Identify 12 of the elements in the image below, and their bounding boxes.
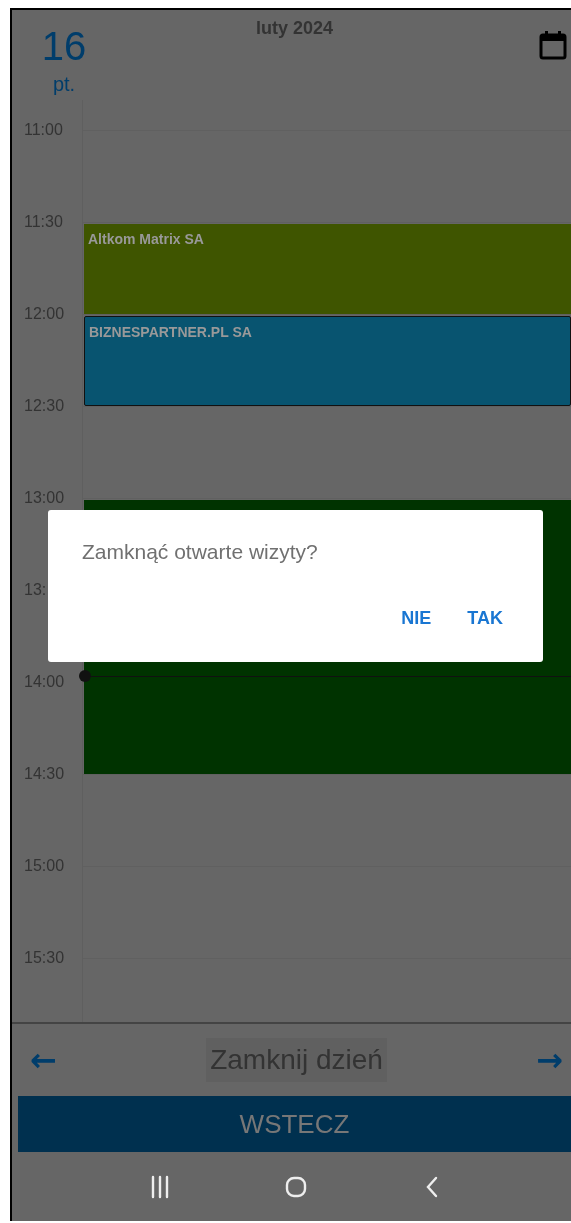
back-button[interactable]: WSTECZ	[18, 1096, 571, 1152]
calendar-icon[interactable]	[539, 30, 567, 60]
day-number: 16	[41, 24, 87, 68]
previous-day-button[interactable]: ←	[30, 1041, 57, 1079]
next-day-button[interactable]: →	[536, 1041, 563, 1079]
calendar-event[interactable]: BIZNESPARTNER.PL SA	[84, 316, 571, 406]
dialog-button[interactable]: TAK	[459, 604, 511, 633]
weekday-label: pt.	[52, 72, 76, 96]
home-icon[interactable]	[284, 1174, 309, 1199]
dialog-message: Zamknąć otwarte wizyty?	[82, 540, 319, 564]
dialog-button[interactable]: NIE	[393, 604, 440, 633]
calendar-event[interactable]: Altkom Matrix SA	[84, 224, 571, 314]
